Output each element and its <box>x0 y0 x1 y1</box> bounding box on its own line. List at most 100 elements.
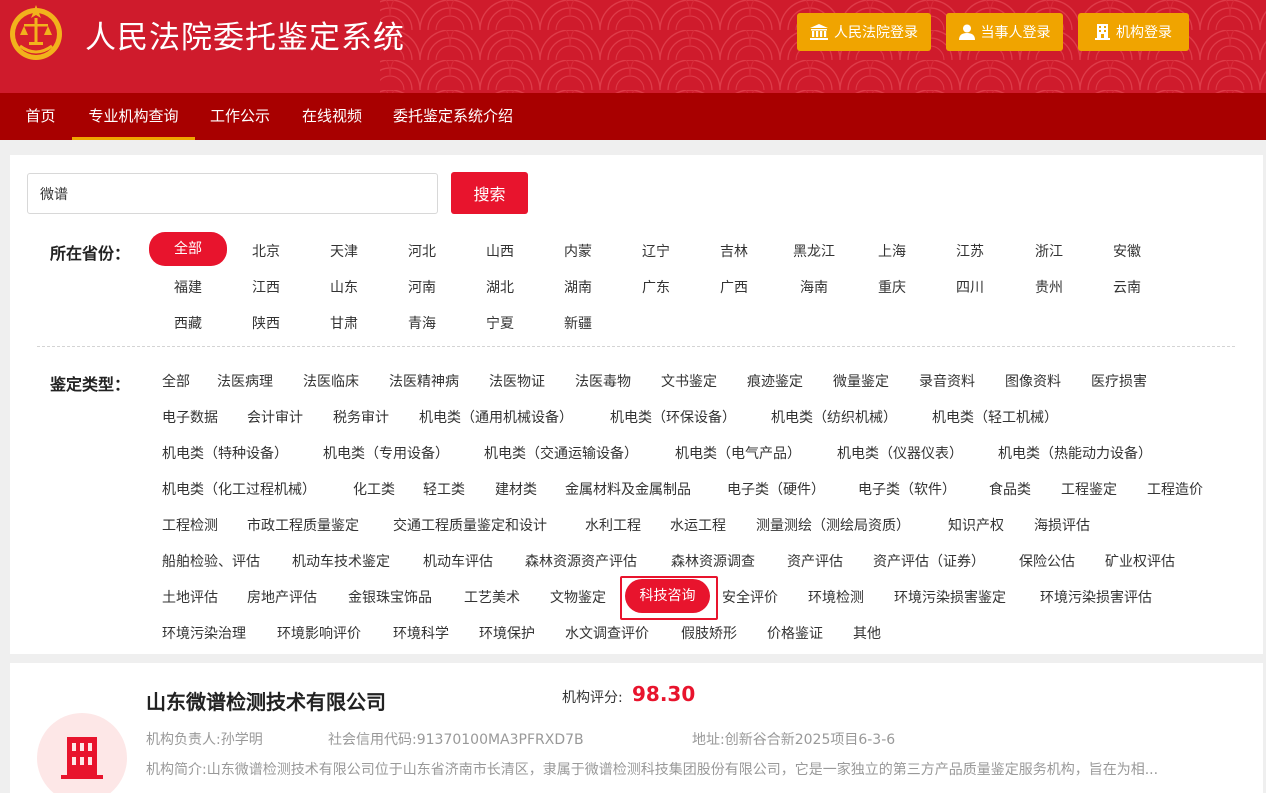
province-option[interactable]: 内蒙 <box>539 241 617 261</box>
type-option[interactable]: 矿业权评估 <box>1105 551 1175 571</box>
type-option[interactable]: 资产评估 <box>787 551 843 571</box>
type-option[interactable]: 轻工类 <box>423 479 465 499</box>
province-option[interactable]: 山东 <box>305 277 383 297</box>
province-option[interactable]: 湖南 <box>539 277 617 297</box>
type-option[interactable]: 文物鉴定 <box>550 587 606 607</box>
type-option[interactable]: 建材类 <box>495 479 537 499</box>
type-option[interactable]: 金属材料及金属制品 <box>565 479 691 499</box>
type-option[interactable]: 水运工程 <box>670 515 726 535</box>
province-option[interactable]: 福建 <box>149 277 227 297</box>
nav-item-institution-search[interactable]: 专业机构查询 <box>72 93 195 140</box>
type-option[interactable]: 机电类（专用设备） <box>323 443 449 463</box>
province-option[interactable]: 上海 <box>853 241 931 261</box>
province-option[interactable]: 河北 <box>383 241 461 261</box>
province-option[interactable]: 甘肃 <box>305 313 383 333</box>
type-option[interactable]: 税务审计 <box>333 407 389 427</box>
type-option[interactable]: 痕迹鉴定 <box>747 371 803 391</box>
type-option[interactable]: 知识产权 <box>948 515 1004 535</box>
search-input[interactable] <box>27 173 438 214</box>
province-option[interactable]: 吉林 <box>695 241 773 261</box>
province-option[interactable]: 云南 <box>1088 277 1166 297</box>
province-option[interactable]: 辽宁 <box>617 241 695 261</box>
type-option[interactable]: 电子类（软件） <box>858 479 956 499</box>
type-option[interactable]: 法医临床 <box>303 371 359 391</box>
type-option[interactable]: 环境科学 <box>393 623 449 643</box>
type-option[interactable]: 录音资料 <box>919 371 975 391</box>
type-option[interactable]: 船舶检验、评估 <box>162 551 260 571</box>
province-option[interactable]: 贵州 <box>1010 277 1088 297</box>
type-option[interactable]: 电子类（硬件） <box>727 479 825 499</box>
court-login-button[interactable]: 人民法院登录 <box>797 13 931 51</box>
type-option[interactable]: 微量鉴定 <box>833 371 889 391</box>
type-option[interactable]: 土地评估 <box>162 587 218 607</box>
province-option[interactable]: 江苏 <box>931 241 1009 261</box>
province-option[interactable]: 江西 <box>227 277 305 297</box>
type-option[interactable]: 食品类 <box>989 479 1031 499</box>
type-option[interactable]: 机电类（交通运输设备） <box>484 443 638 463</box>
province-option[interactable]: 湖北 <box>461 277 539 297</box>
type-option[interactable]: 机电类（纺织机械） <box>771 407 897 427</box>
province-option[interactable]: 海南 <box>775 277 853 297</box>
province-option[interactable]: 陕西 <box>227 313 305 333</box>
province-option[interactable]: 黑龙江 <box>775 241 853 261</box>
type-option[interactable]: 资产评估（证券） <box>873 551 985 571</box>
province-option[interactable]: 新疆 <box>539 313 617 333</box>
company-name[interactable]: 山东微谱检测技术有限公司 <box>146 686 386 715</box>
type-option[interactable]: 环境污染损害评估 <box>1040 587 1152 607</box>
party-login-button[interactable]: 当事人登录 <box>946 13 1063 51</box>
type-option[interactable]: 环境污染治理 <box>162 623 246 643</box>
province-option[interactable]: 宁夏 <box>461 313 539 333</box>
nav-item-work-notice[interactable]: 工作公示 <box>200 93 280 140</box>
province-option[interactable]: 广西 <box>695 277 773 297</box>
province-option[interactable]: 安徽 <box>1088 241 1166 261</box>
type-option[interactable]: 房地产评估 <box>247 587 317 607</box>
type-option[interactable]: 化工类 <box>353 479 395 499</box>
province-option[interactable]: 全部 <box>149 232 227 266</box>
type-option[interactable]: 海损评估 <box>1034 515 1090 535</box>
type-option[interactable]: 机电类（仪器仪表） <box>837 443 963 463</box>
nav-item-online-video[interactable]: 在线视频 <box>292 93 372 140</box>
type-option[interactable]: 环境保护 <box>479 623 535 643</box>
province-option[interactable]: 广东 <box>617 277 695 297</box>
type-option[interactable]: 其他 <box>853 623 881 643</box>
type-option[interactable]: 法医物证 <box>489 371 545 391</box>
type-option[interactable]: 机电类（化工过程机械） <box>162 479 316 499</box>
type-option[interactable]: 水文调查评价 <box>565 623 649 643</box>
type-option[interactable]: 法医毒物 <box>575 371 631 391</box>
province-option[interactable]: 四川 <box>931 277 1009 297</box>
province-option[interactable]: 天津 <box>305 241 383 261</box>
type-option[interactable]: 机电类（电气产品） <box>675 443 801 463</box>
province-option[interactable]: 山西 <box>461 241 539 261</box>
type-option[interactable]: 保险公估 <box>1019 551 1075 571</box>
type-option[interactable]: 文书鉴定 <box>661 371 717 391</box>
nav-item-home[interactable]: 首页 <box>15 93 66 140</box>
type-option[interactable]: 工程检测 <box>162 515 218 535</box>
type-option[interactable]: 森林资源资产评估 <box>525 551 637 571</box>
province-option[interactable]: 北京 <box>227 241 305 261</box>
type-option[interactable]: 工程造价 <box>1147 479 1203 499</box>
institution-login-button[interactable]: 机构登录 <box>1078 13 1189 51</box>
type-option[interactable]: 机电类（轻工机械） <box>932 407 1058 427</box>
type-option[interactable]: 机电类（通用机械设备） <box>419 407 573 427</box>
type-option[interactable]: 测量测绘（测绘局资质） <box>756 515 910 535</box>
type-option[interactable]: 环境污染损害鉴定 <box>894 587 1006 607</box>
type-option[interactable]: 市政工程质量鉴定 <box>247 515 359 535</box>
type-option[interactable]: 价格鉴证 <box>767 623 823 643</box>
type-option[interactable]: 环境影响评价 <box>277 623 361 643</box>
province-option[interactable]: 青海 <box>383 313 461 333</box>
type-option[interactable]: 会计审计 <box>247 407 303 427</box>
type-option[interactable]: 机动车技术鉴定 <box>292 551 390 571</box>
type-option[interactable]: 电子数据 <box>162 407 218 427</box>
type-option[interactable]: 森林资源调查 <box>671 551 755 571</box>
type-option[interactable]: 交通工程质量鉴定和设计 <box>393 515 547 535</box>
type-option[interactable]: 水利工程 <box>585 515 641 535</box>
type-option[interactable]: 法医精神病 <box>389 371 459 391</box>
type-option[interactable]: 机电类（特种设备） <box>162 443 288 463</box>
search-button[interactable]: 搜索 <box>451 172 528 214</box>
type-option[interactable]: 全部 <box>162 371 190 391</box>
type-option[interactable]: 环境检测 <box>808 587 864 607</box>
type-option[interactable]: 假肢矫形 <box>681 623 737 643</box>
type-option[interactable]: 工艺美术 <box>464 587 520 607</box>
type-option[interactable]: 工程鉴定 <box>1061 479 1117 499</box>
province-option[interactable]: 河南 <box>383 277 461 297</box>
